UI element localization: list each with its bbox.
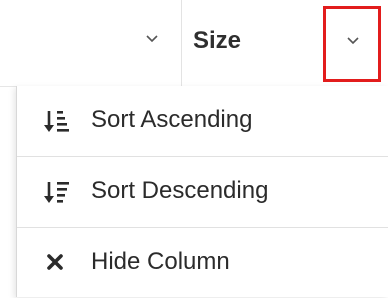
- menu-item-sort-ascending[interactable]: Sort Ascending: [17, 86, 388, 156]
- chevron-down-icon: [347, 37, 359, 45]
- close-icon: [47, 254, 63, 270]
- column-menu: Sort Ascending Sort Descending Hide Colu…: [16, 86, 388, 297]
- chevron-down-icon[interactable]: [145, 34, 159, 44]
- menu-item-label: Sort Descending: [91, 177, 269, 204]
- sort-ascending-icon: [44, 111, 69, 132]
- menu-item-sort-descending[interactable]: Sort Descending: [17, 157, 388, 227]
- menu-item-label: Hide Column: [91, 248, 230, 275]
- previous-column-header[interactable]: [0, 0, 182, 86]
- grid-header: Size: [0, 0, 388, 86]
- menu-item-label: Sort Ascending: [91, 106, 253, 133]
- menu-item-hide-column[interactable]: Hide Column: [17, 228, 388, 298]
- column-menu-button[interactable]: [323, 6, 381, 82]
- sort-descending-icon: [44, 182, 69, 203]
- column-title: Size: [193, 27, 242, 54]
